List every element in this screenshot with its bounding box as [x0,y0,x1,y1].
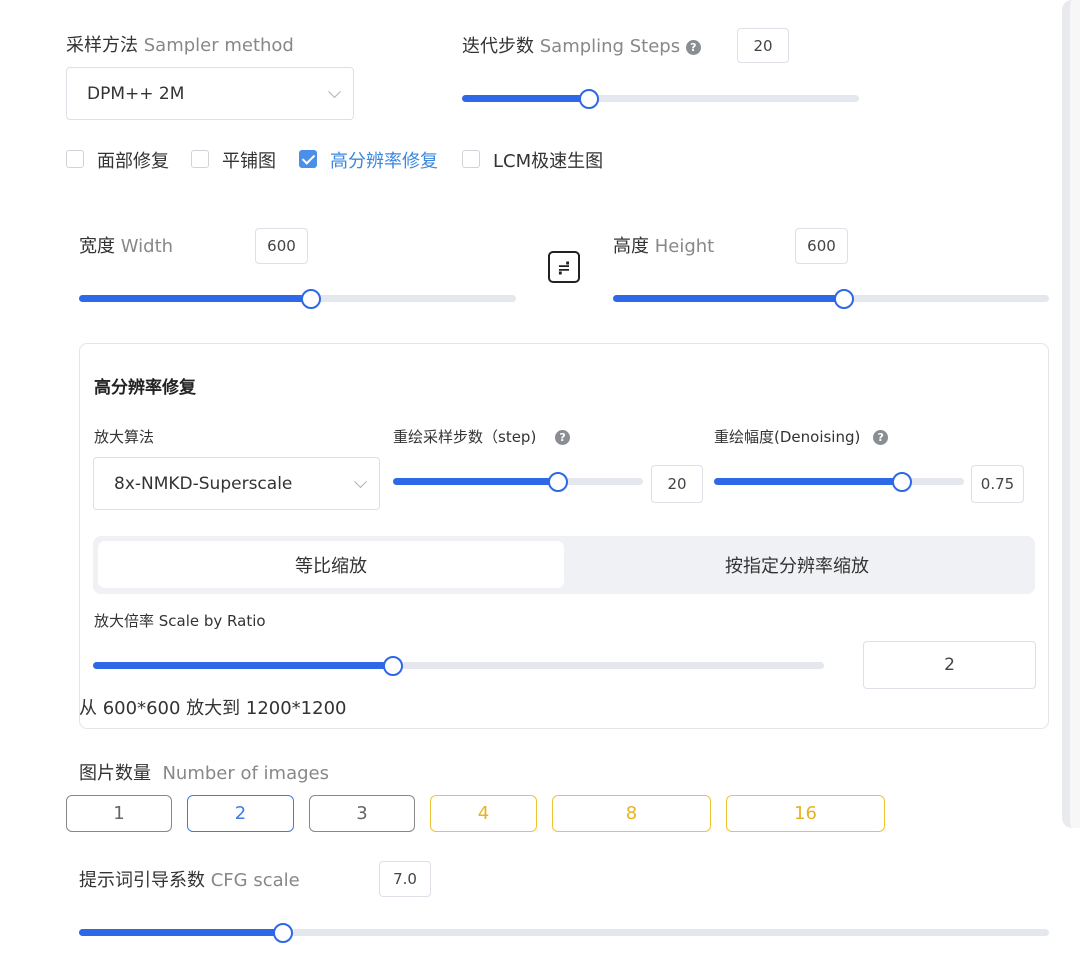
hires-fix-label: 高分辨率修复 [330,151,438,172]
images-option-1[interactable]: 1 [66,795,172,832]
tab-scale-by-resolution[interactable]: 按指定分辨率缩放 [564,541,1030,588]
sampler-value: DPM++ 2M [87,83,185,104]
steps-slider[interactable] [462,89,859,109]
scale-ratio-input[interactable]: 2 [863,641,1036,689]
option-lcm[interactable]: LCM极速生图 [462,146,622,172]
cfg-scale-slider-thumb[interactable] [272,923,293,943]
option-face-restore[interactable]: 面部修复 [66,146,186,172]
scale-ratio-slider-thumb[interactable] [382,656,403,676]
images-option-4[interactable]: 4 [430,795,537,832]
hires-steps-slider-thumb[interactable] [548,472,568,492]
scale-mode-toggle: 等比缩放 按指定分辨率缩放 [93,536,1035,594]
denoising-label: 重绘幅度(Denoising) ? [714,426,889,447]
chevron-down-icon [354,474,367,488]
upscaler-select[interactable]: 8x-NMKD-Superscale [93,457,380,510]
steps-label: 迭代步数 Sampling Steps ? [462,32,701,58]
help-icon[interactable]: ? [685,39,701,55]
option-tiling[interactable]: 平铺图 [191,146,291,172]
images-option-2[interactable]: 2 [187,795,294,832]
option-hires-fix[interactable]: 高分辨率修复 [299,146,449,172]
chevron-down-icon [328,84,341,98]
denoising-input[interactable]: 0.75 [971,465,1024,503]
width-input[interactable]: 600 [255,228,308,264]
height-slider-thumb[interactable] [834,289,855,309]
lcm-label: LCM极速生图 [493,151,604,172]
right-panel [1062,0,1080,828]
denoising-slider-thumb[interactable] [891,472,912,492]
cfg-scale-slider[interactable] [79,923,1049,943]
cfg-scale-label: 提示词引导系数 CFG scale [79,870,300,891]
scale-ratio-slider[interactable] [93,656,824,676]
swap-dimensions-button[interactable]: ≓ [548,251,580,283]
help-icon[interactable]: ? [555,430,571,445]
tab-scale-by-ratio[interactable]: 等比缩放 [98,541,564,588]
images-count-label: 图片数量 Number of images [79,763,329,784]
hires-fix-checkbox[interactable] [299,150,317,168]
denoising-slider[interactable] [714,472,964,492]
images-option-8[interactable]: 8 [552,795,711,832]
cfg-scale-input[interactable]: 7.0 [379,861,431,897]
width-slider[interactable] [79,289,516,309]
upscaler-value: 8x-NMKD-Superscale [114,473,293,494]
lcm-checkbox[interactable] [462,150,480,168]
images-option-16[interactable]: 16 [726,795,885,832]
tiling-checkbox[interactable] [191,150,209,168]
swap-icon: ≓ [557,257,571,277]
upscale-info-text: 从 600*600 放大到 1200*1200 [79,698,347,719]
face-restore-checkbox[interactable] [66,150,84,168]
tiling-label: 平铺图 [222,151,276,172]
help-icon[interactable]: ? [873,430,889,445]
steps-input[interactable]: 20 [737,28,789,63]
height-input[interactable]: 600 [795,228,848,264]
hires-steps-input[interactable]: 20 [651,465,703,503]
face-restore-label: 面部修复 [97,151,169,172]
hires-fix-title: 高分辨率修复 [94,378,196,398]
height-slider[interactable] [613,289,1049,309]
images-option-3[interactable]: 3 [309,795,415,832]
steps-slider-thumb[interactable] [579,89,600,109]
width-label: 宽度 Width [79,236,174,257]
hires-steps-label: 重绘采样步数（step) ? [393,426,571,447]
upscaler-label: 放大算法 [94,428,155,446]
height-label: 高度 Height [613,236,715,257]
width-slider-thumb[interactable] [300,289,321,309]
sampler-label: 采样方法 Sampler method [66,35,294,56]
hires-steps-slider[interactable] [393,472,643,492]
scale-ratio-label: 放大倍率 Scale by Ratio [94,612,266,630]
sampler-select[interactable]: DPM++ 2M [66,67,354,120]
